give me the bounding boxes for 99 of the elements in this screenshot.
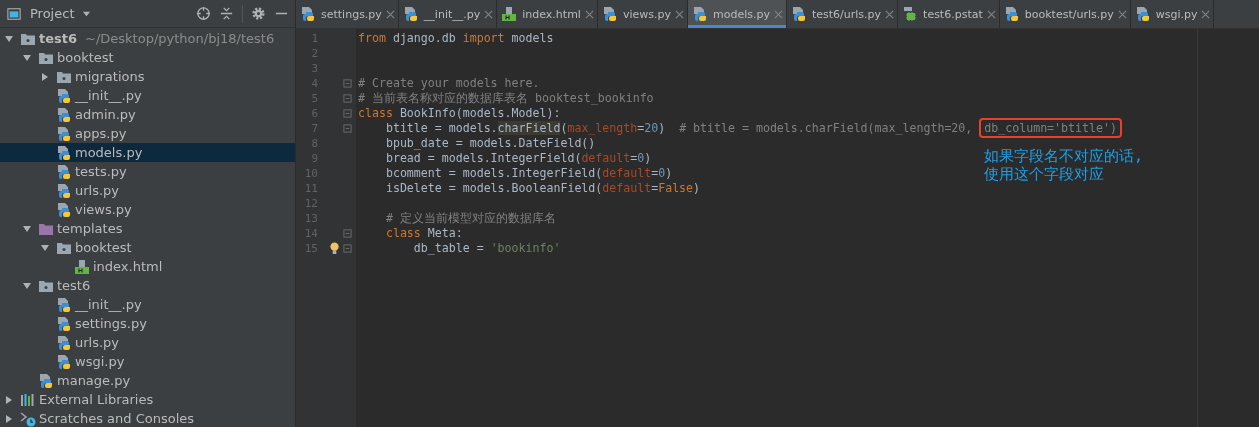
python-file-icon bbox=[56, 315, 72, 332]
code-line: db_table = 'bookinfo' bbox=[412, 241, 561, 255]
code-line: bread = models.IntegerField(default=0) bbox=[384, 151, 652, 165]
code-line: bpub_date = models.DateField() bbox=[384, 136, 596, 150]
tree-item[interactable]: __init__.py bbox=[0, 86, 295, 105]
collapse-arrow-icon[interactable] bbox=[4, 413, 14, 424]
python-file-icon bbox=[1134, 6, 1151, 22]
expand-arrow-icon[interactable] bbox=[22, 280, 32, 291]
tree-item[interactable]: __init__.py bbox=[0, 295, 295, 314]
editor-tab[interactable]: index.html bbox=[497, 0, 598, 28]
editor-tab[interactable]: booktest/urls.py bbox=[999, 0, 1131, 28]
fold-marker-icon[interactable] bbox=[342, 229, 352, 238]
editor-tab[interactable]: __init__.py bbox=[398, 0, 498, 28]
tree-item[interactable]: templates bbox=[0, 219, 295, 238]
tree-item[interactable]: booktest bbox=[0, 48, 295, 67]
html-file-icon bbox=[74, 258, 90, 275]
tree-item[interactable]: manage.py bbox=[0, 371, 295, 390]
tree-item[interactable]: admin.py bbox=[0, 105, 295, 124]
tree-item[interactable]: test6 ~/Desktop/python/bj18/test6 bbox=[0, 29, 295, 48]
fold-marker-icon[interactable] bbox=[342, 124, 352, 133]
close-icon[interactable] bbox=[885, 9, 895, 19]
fold-marker-icon[interactable] bbox=[342, 109, 352, 118]
python-file-icon bbox=[402, 6, 419, 22]
close-icon[interactable] bbox=[986, 9, 996, 19]
locate-icon[interactable] bbox=[196, 6, 211, 21]
python-file-icon bbox=[56, 353, 72, 370]
editor-tab[interactable]: views.py bbox=[597, 0, 688, 28]
python-file-icon bbox=[56, 296, 72, 313]
annotation-text: 使用这个字段对应 bbox=[984, 165, 1105, 183]
settings-icon[interactable] bbox=[251, 6, 266, 21]
expand-arrow-icon[interactable] bbox=[22, 223, 32, 234]
code-line: from django.db import models bbox=[358, 31, 554, 45]
close-icon[interactable] bbox=[484, 9, 494, 19]
python-file-icon bbox=[1003, 6, 1020, 22]
editor-tab[interactable]: settings.py bbox=[296, 0, 399, 28]
editor-tab[interactable]: test6.pstat bbox=[898, 0, 1000, 28]
html-file-icon bbox=[501, 6, 518, 22]
tree-item[interactable]: wsgi.py bbox=[0, 352, 295, 371]
lightbulb-icon[interactable] bbox=[329, 242, 340, 255]
code-line: isDelete = models.BooleanField(default=False) bbox=[384, 181, 701, 195]
python-file-icon bbox=[38, 372, 54, 389]
code-line: # 当前表名称对应的数据库表名 booktest_bookinfo bbox=[358, 91, 654, 105]
expand-arrow-icon[interactable] bbox=[22, 52, 32, 63]
editor-tab[interactable]: test6/urls.py bbox=[786, 0, 899, 28]
tree-item[interactable]: External Libraries bbox=[0, 390, 295, 409]
tree-item[interactable]: settings.py bbox=[0, 314, 295, 333]
close-icon[interactable] bbox=[385, 9, 395, 19]
python-file-icon bbox=[56, 182, 72, 199]
python-file-icon bbox=[56, 334, 72, 351]
panel-title[interactable]: Project bbox=[30, 6, 75, 21]
python-file-icon bbox=[601, 6, 618, 22]
expand-arrow-icon[interactable] bbox=[4, 33, 14, 44]
editor-tab[interactable]: wsgi.py bbox=[1130, 0, 1215, 28]
collapse-arrow-icon[interactable] bbox=[4, 394, 14, 405]
annotation-text: 如果字段名不对应的话, bbox=[984, 147, 1144, 165]
python-file-icon bbox=[56, 87, 72, 104]
close-icon[interactable] bbox=[1201, 9, 1211, 19]
collapse-all-icon[interactable] bbox=[219, 6, 234, 21]
code-line: class BookInfo(models.Model): bbox=[358, 106, 561, 120]
tree-item[interactable]: urls.py bbox=[0, 181, 295, 200]
collapse-arrow-icon[interactable] bbox=[40, 71, 50, 82]
tree-item[interactable]: test6 bbox=[0, 276, 295, 295]
close-icon[interactable] bbox=[1117, 9, 1127, 19]
close-icon[interactable] bbox=[674, 9, 684, 19]
python-file-icon bbox=[691, 6, 708, 22]
tree-item[interactable]: index.html bbox=[0, 257, 295, 276]
python-file-icon bbox=[56, 163, 72, 180]
dropdown-caret-icon[interactable] bbox=[82, 9, 92, 18]
chip-file-icon bbox=[902, 6, 919, 22]
tree-item[interactable]: booktest bbox=[0, 238, 295, 257]
tree-item[interactable]: views.py bbox=[0, 200, 295, 219]
code-line: # 定义当前模型对应的数据库名 bbox=[384, 211, 556, 225]
fold-marker-icon[interactable] bbox=[342, 79, 352, 88]
python-file-icon bbox=[300, 6, 316, 22]
tree-item[interactable]: apps.py bbox=[0, 124, 295, 143]
tree-item[interactable]: urls.py bbox=[0, 333, 295, 352]
close-icon[interactable] bbox=[584, 9, 594, 19]
code-line: bcomment = models.IntegerField(default=0) bbox=[384, 166, 673, 180]
annotation-frame: db_column='btitle') bbox=[979, 118, 1122, 138]
python-file-icon bbox=[56, 125, 72, 142]
editor-tab[interactable]: models.py bbox=[687, 0, 787, 28]
fold-marker-icon[interactable] bbox=[342, 94, 352, 103]
close-icon[interactable] bbox=[773, 9, 783, 19]
code-line: # Create your models here. bbox=[358, 76, 540, 90]
tree-item[interactable]: Scratches and Consoles bbox=[0, 409, 295, 427]
python-file-icon bbox=[56, 144, 72, 161]
code-line: btitle = models.charField(max_length=20) # btitle = models.charField(max_length=20, db_column='btitle') bbox=[358, 118, 1122, 138]
python-file-icon bbox=[790, 6, 807, 22]
tree-item[interactable]: tests.py bbox=[0, 162, 295, 181]
project-path: ~/Desktop/python/bj18/test6 bbox=[85, 31, 275, 46]
window-icon bbox=[6, 6, 22, 21]
python-file-icon bbox=[56, 106, 72, 123]
code-line: class Meta: bbox=[384, 226, 463, 240]
bookshelf-icon bbox=[20, 391, 36, 408]
python-file-icon bbox=[56, 201, 72, 218]
tree-item[interactable]: migrations bbox=[0, 67, 295, 86]
tree-item[interactable]: models.py bbox=[0, 143, 295, 162]
expand-arrow-icon[interactable] bbox=[40, 242, 50, 253]
fold-marker-icon[interactable] bbox=[342, 244, 352, 253]
